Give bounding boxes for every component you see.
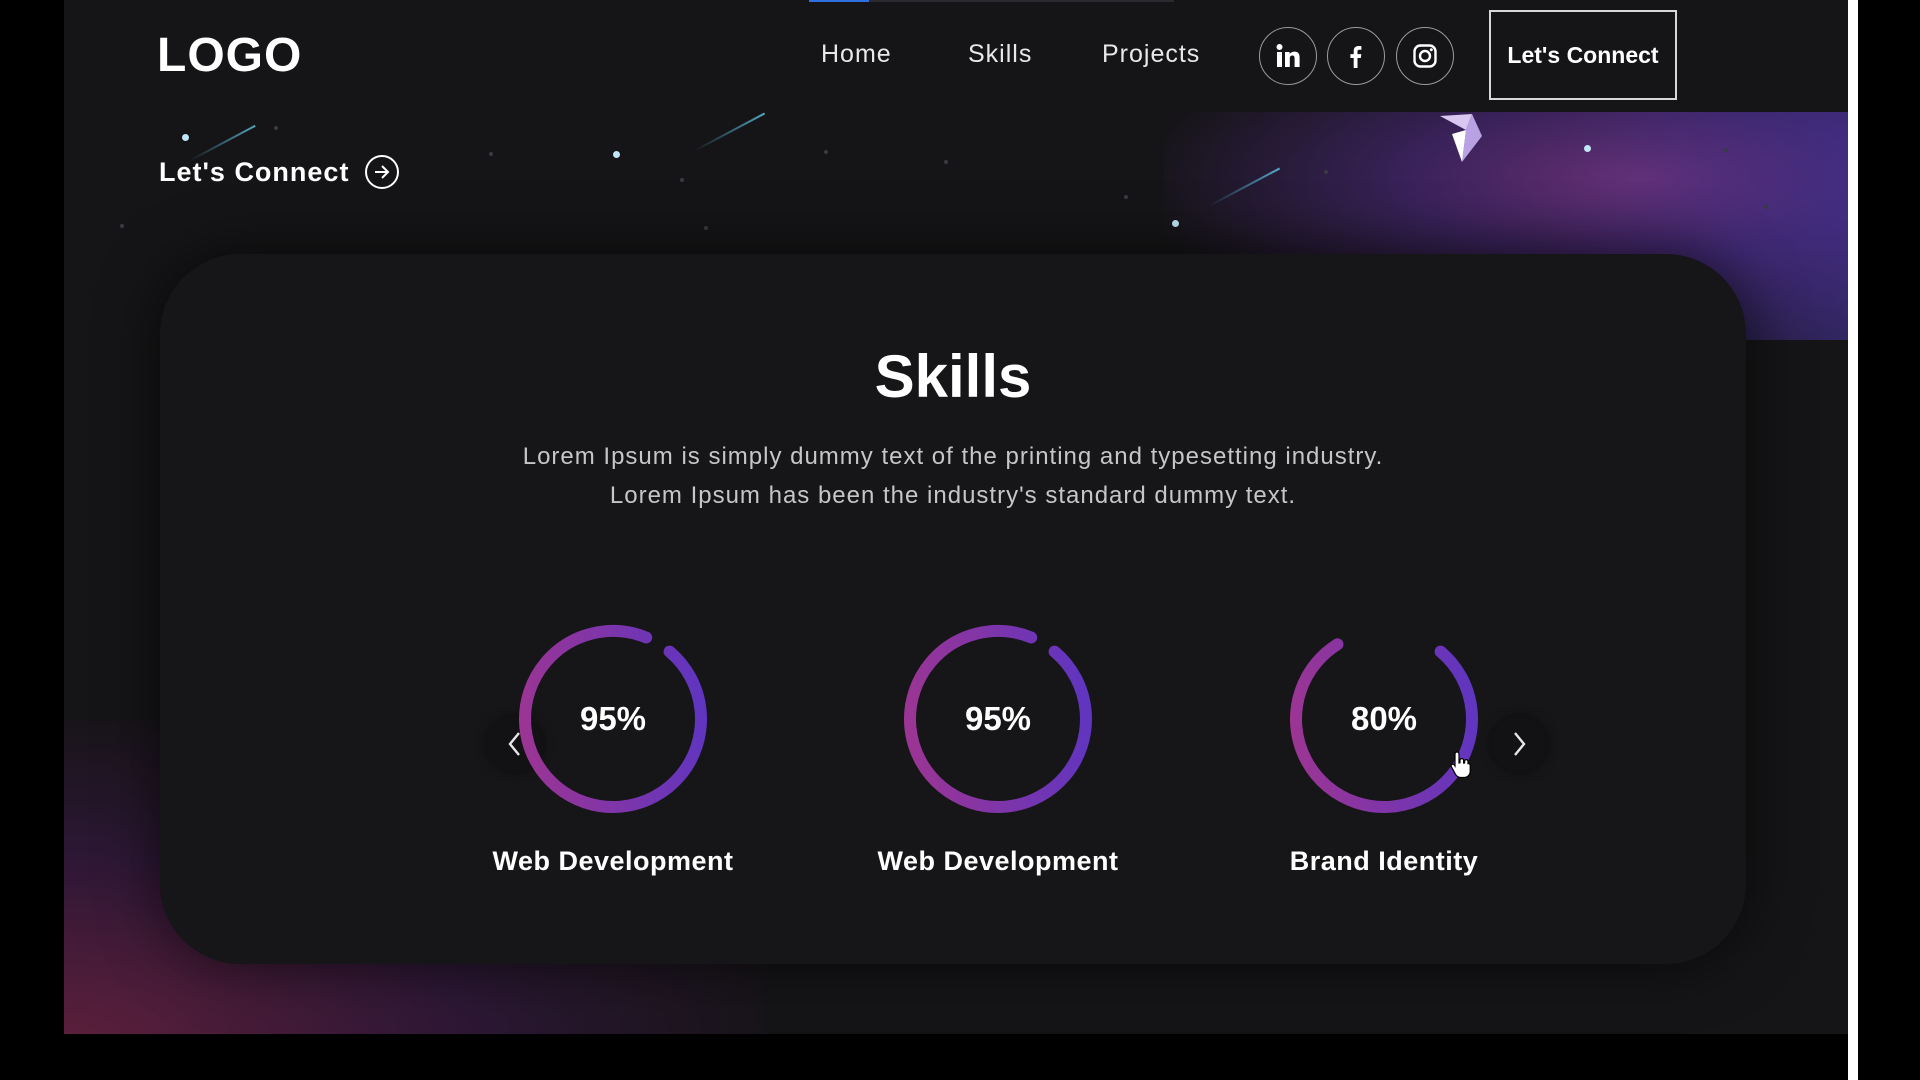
star: [944, 160, 948, 164]
skill-item: 80% Brand Identity: [1234, 619, 1534, 877]
skill-ring: 95%: [898, 619, 1098, 819]
star: [613, 151, 620, 158]
skills-card: Skills Lorem Ipsum is simply dummy text …: [160, 254, 1746, 964]
arrow-right-circle-icon: [365, 155, 400, 189]
hero-connect-link[interactable]: Let's Connect: [159, 155, 400, 189]
skills-description-line-2: Lorem Ipsum has been the industry's stan…: [609, 482, 1297, 509]
star: [1172, 220, 1179, 227]
hero-connect-label: Let's Connect: [159, 156, 350, 187]
facebook-button[interactable]: [1327, 27, 1385, 85]
instagram-button[interactable]: [1396, 27, 1454, 85]
star: [120, 224, 124, 228]
star: [824, 150, 828, 154]
skill-label: Web Development: [492, 846, 734, 876]
linkedin-button[interactable]: [1259, 27, 1317, 85]
star: [1324, 170, 1328, 174]
skills-description: Lorem Ipsum is simply dummy text of the …: [160, 437, 1746, 515]
nav-projects[interactable]: Projects: [1102, 40, 1200, 69]
skill-percent: 95%: [579, 700, 647, 737]
skill-item: 95% Web Development: [463, 619, 763, 877]
crystal-decoration: [1440, 114, 1482, 162]
carousel-next-button[interactable]: [1491, 716, 1547, 772]
scrollbar[interactable]: [1848, 0, 1858, 1080]
star: [1724, 148, 1728, 152]
star: [1584, 145, 1591, 152]
linkedin-icon: [1276, 44, 1300, 67]
star: [274, 126, 278, 130]
star: [704, 226, 708, 230]
scroll-indicator: [809, 0, 869, 2]
star: [182, 134, 189, 141]
lets-connect-button[interactable]: Let's Connect: [1489, 10, 1677, 100]
star: [1124, 195, 1128, 199]
nav-skills[interactable]: Skills: [968, 40, 1032, 69]
logo[interactable]: LOGO: [157, 28, 302, 83]
skill-ring: 95%: [513, 619, 713, 819]
shooting-star: [693, 112, 766, 152]
chevron-right-icon: [1514, 732, 1526, 756]
skill-label: Brand Identity: [1289, 846, 1479, 876]
skills-description-line-1: Lorem Ipsum is simply dummy text of the …: [522, 443, 1384, 470]
skills-title: Skills: [874, 343, 1032, 410]
skill-percent: 95%: [964, 700, 1032, 737]
star: [489, 152, 493, 156]
facebook-icon: [1350, 46, 1362, 68]
skill-percent: 80%: [1350, 700, 1418, 737]
scroll-track: [869, 0, 1174, 2]
nav-home[interactable]: Home: [821, 40, 892, 69]
skill-ring: 80%: [1284, 619, 1484, 819]
page: LOGO Home Skills Projects Let's Connect …: [64, 0, 1848, 1034]
instagram-icon: [1413, 44, 1437, 68]
skill-item: 95% Web Development: [848, 619, 1148, 877]
star: [680, 178, 684, 182]
star: [1764, 205, 1768, 209]
skill-label: Web Development: [877, 846, 1119, 876]
hand-cursor-icon: [1450, 751, 1471, 778]
